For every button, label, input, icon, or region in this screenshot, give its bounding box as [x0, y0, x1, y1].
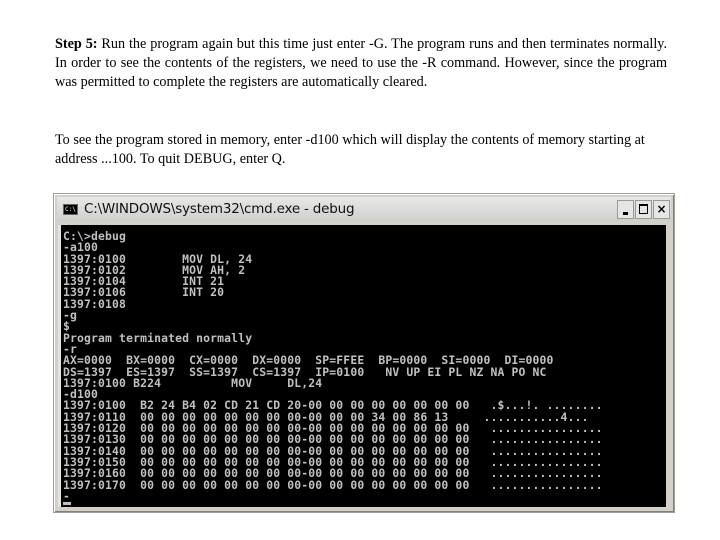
step-label: Step 5: — [55, 36, 98, 52]
console-line: 1397:0100 B224 MOV DL,24 — [63, 375, 323, 390]
step-text: Run the program again but this time just… — [55, 36, 667, 90]
console-line: C:\>debug — [63, 229, 127, 243]
console-output[interactable]: C:\>debug -a100 1397:0100 MOV DL, 24 1397:0… — [58, 225, 666, 507]
console-line: - — [63, 488, 71, 503]
console-line: 1397:0106 INT 20 — [63, 285, 225, 300]
minimize-button[interactable] — [617, 199, 634, 219]
title-bar[interactable]: C:\ C:\WINDOWS\system32\cmd.exe - debug … — [57, 197, 671, 221]
window-title: C:\WINDOWS\system32\cmd.exe - debug — [84, 201, 355, 217]
maximize-button[interactable] — [635, 199, 652, 219]
console-line: -g — [63, 308, 78, 323]
step-5-paragraph: Step 5: Run the program again but this t… — [55, 35, 667, 92]
window-controls: × — [617, 199, 670, 219]
memory-instructions-paragraph: To see the program stored in memory, ent… — [55, 132, 645, 167]
console-line: 1397:0170 00 00 00 00 00 00 00 00-00 00 … — [63, 477, 603, 492]
console-text: C:\>debug -a100 1397:0100 MOV DL, 24 1397:0… — [61, 225, 666, 502]
console-line: Program terminated normally — [63, 330, 253, 345]
close-icon: × — [656, 202, 667, 216]
console-line: 1397:0108 — [63, 296, 127, 311]
close-button[interactable]: × — [653, 199, 670, 219]
cmd-window[interactable]: C:\ C:\WINDOWS\system32\cmd.exe - debug … — [53, 193, 675, 513]
text-cursor — [63, 502, 71, 505]
cmd-app-icon: C:\ — [63, 203, 78, 215]
